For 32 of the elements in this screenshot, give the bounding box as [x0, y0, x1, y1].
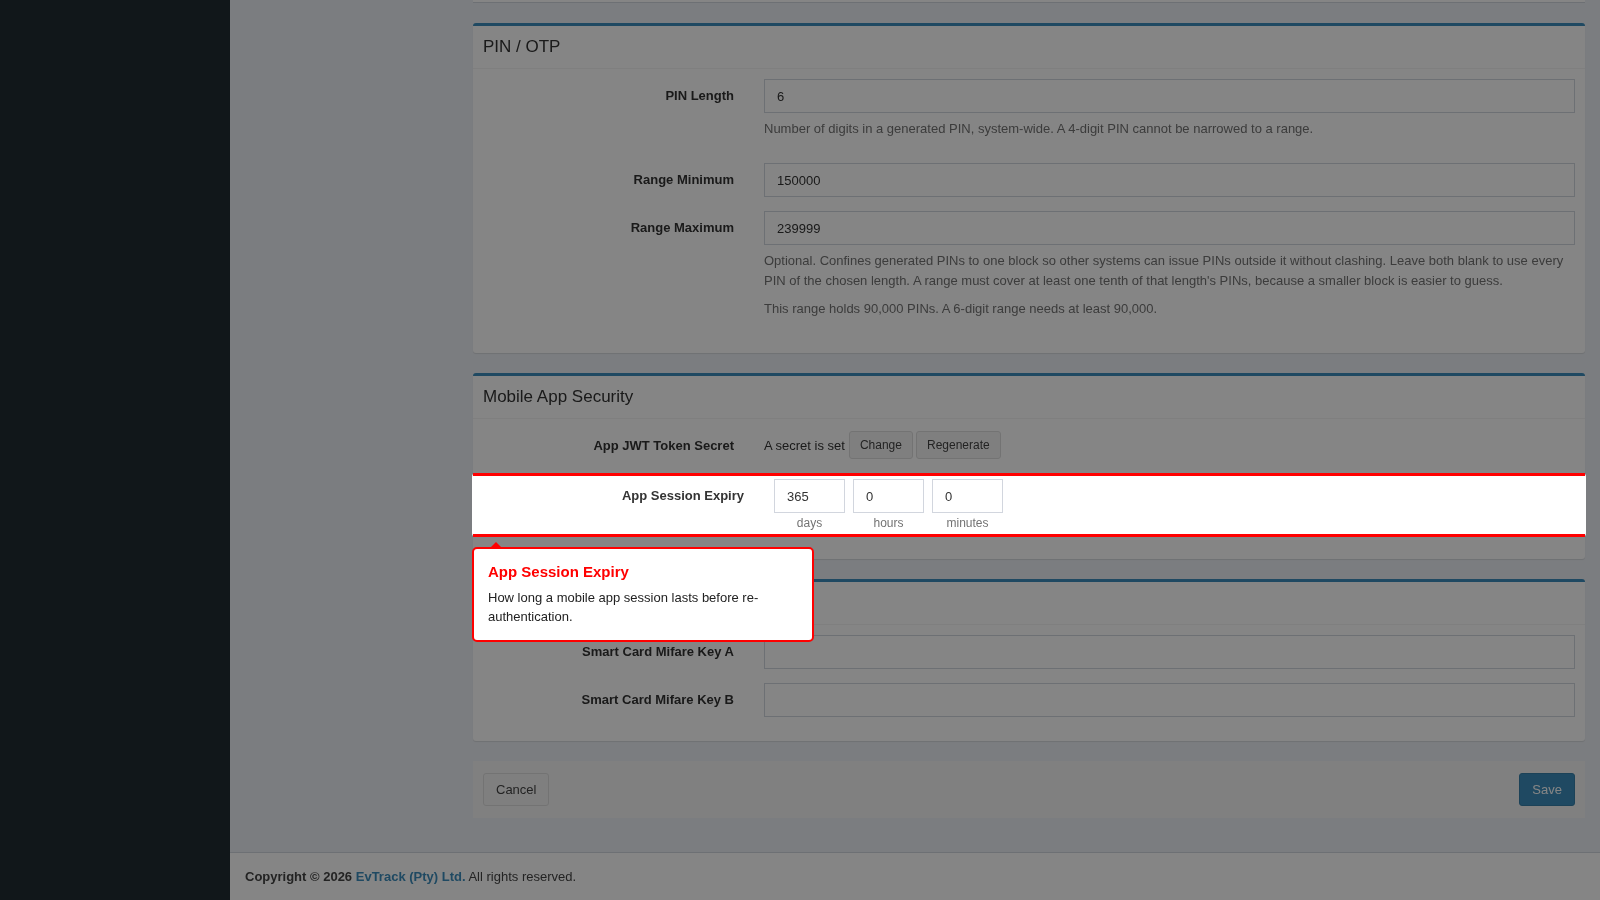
secret-button[interactable]: Change: [848, 431, 913, 459]
copyright-text: Copyright © 2026 EvTrack (Pty) Ltd. All rights reserved.: [245, 869, 578, 884]
field-label: App JWT Token Secret: [592, 437, 735, 453]
company-link[interactable]: EvTrack (Pty) Ltd.: [355, 869, 466, 884]
cancel-button[interactable]: Cancel: [483, 773, 550, 806]
field-label: Smart Card Mifare Key B: [580, 691, 735, 707]
field-label: PIN Length: [664, 87, 735, 103]
field-label: App Session Expiry: [620, 487, 745, 503]
help-text: This range holds 90,000 PINs. A 6-digit range needs at least 90,000.: [764, 300, 1159, 318]
unit-label: minutes: [946, 516, 989, 530]
secret-button[interactable]: Regenerate: [915, 431, 1001, 459]
unit-label: hours: [873, 516, 904, 530]
panel-title: Mobile App Security: [483, 387, 634, 407]
text-input[interactable]: [764, 635, 1575, 669]
field-label: Smart Card Mifare Key A: [581, 643, 735, 659]
text-input[interactable]: [764, 683, 1575, 717]
help-text: Optional. Confines generated PINs to one block so other systems can issue PINs outside it without clashing. Leave both blank to use every PIN of the chosen length. A range must cover at least one tenth of that length's PINs, because a smaller block is easier to guess.: [764, 252, 1565, 290]
text-input[interactable]: 150000: [764, 163, 1575, 197]
field-label: Range Maximum: [629, 219, 735, 235]
duration-input[interactable]: 0: [932, 479, 1003, 513]
text-input[interactable]: 6: [764, 79, 1575, 113]
duration-input[interactable]: 0: [853, 479, 924, 513]
field-label: Range Minimum: [632, 171, 735, 187]
tooltip-text: How long a mobile app session lasts before re-authentication.: [488, 589, 760, 626]
unit-label: days: [796, 516, 823, 530]
panel-title: PIN / OTP: [483, 37, 561, 57]
help-text: Number of digits in a generated PIN, system-wide. A 4-digit PIN cannot be narrowed to a range.: [764, 120, 1315, 138]
tooltip-title: App Session Expiry: [488, 563, 630, 580]
secret-status: A secret is set: [764, 437, 845, 453]
text-input[interactable]: 239999: [764, 211, 1575, 245]
duration-input[interactable]: 365: [774, 479, 845, 513]
save-button[interactable]: Save: [1519, 773, 1575, 806]
